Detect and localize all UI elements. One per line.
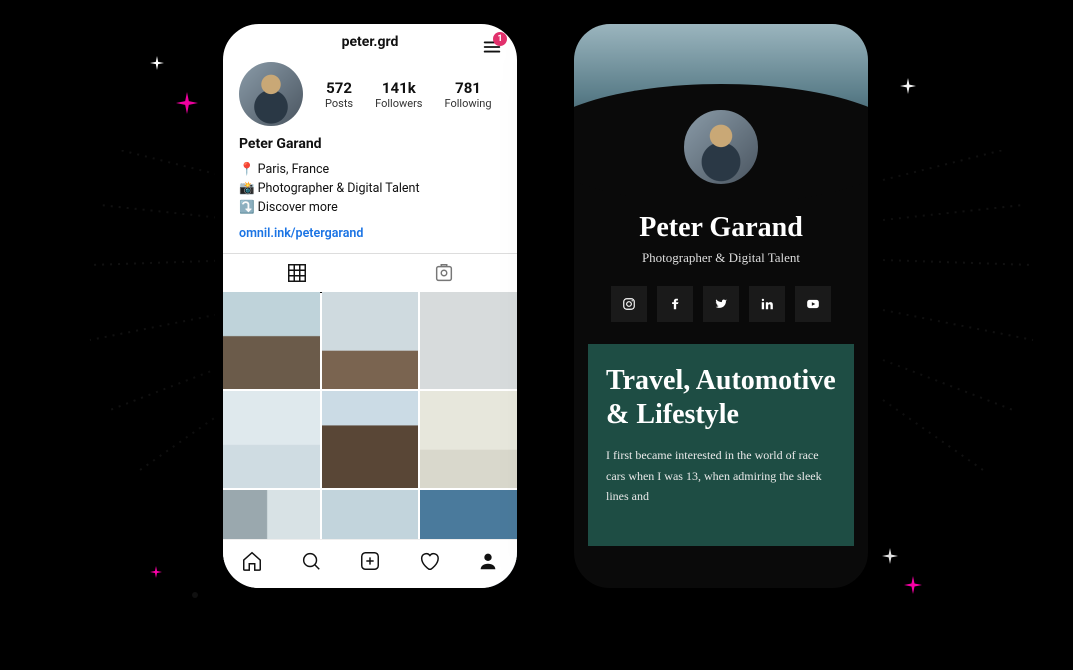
sparkle-icon [900,78,916,94]
instagram-icon [622,297,636,311]
social-facebook[interactable] [657,286,693,322]
tab-tagged[interactable] [370,254,517,292]
card-body: I first became interested in the world o… [606,445,836,506]
ig-header: peter.grd 1 [223,24,517,54]
nav-activity[interactable] [418,550,440,576]
bio-line: 📸 Photographer & Digital Talent [239,179,501,198]
youtube-icon [806,297,820,311]
ig-stats-row: 572 Posts 141k Followers 781 Following [223,54,517,130]
sparkle-icon [176,92,198,114]
facebook-icon [668,297,682,311]
stat-following[interactable]: 781 Following [444,79,491,110]
bio-line: 📍 Paris, France [239,160,501,179]
social-linkedin[interactable] [749,286,785,322]
tab-grid[interactable] [223,254,370,293]
nav-home[interactable] [241,550,263,576]
ig-tabs [223,253,517,292]
nav-profile[interactable] [477,550,499,576]
linkedin-icon [760,297,774,311]
sparkle-icon [150,566,162,578]
stat-value: 572 [325,79,353,97]
sparkle-icon [882,548,898,564]
avatar[interactable] [239,62,303,126]
photo-thumb[interactable] [223,391,320,488]
photo-thumb[interactable] [223,292,320,389]
ig-bottom-nav [223,539,517,588]
stat-label: Following [444,97,491,110]
bio-link[interactable]: omnil.ink/petergarand [239,224,501,243]
card-title: Travel, Automotive & Lifestyle [606,364,836,431]
social-row [574,286,868,322]
photo-thumb[interactable] [420,391,517,488]
twitter-icon [714,297,728,311]
stat-label: Posts [325,97,353,110]
bio-name: Peter Garand [239,134,501,156]
photo-thumb[interactable] [420,292,517,389]
stat-value: 781 [444,79,491,97]
dot-icon [192,592,198,598]
profile-phone: Peter Garand Photographer & Digital Tale… [566,16,876,596]
social-twitter[interactable] [703,286,739,322]
stat-label: Followers [375,97,422,110]
avatar[interactable] [680,106,762,188]
profile-icon [477,550,499,572]
social-youtube[interactable] [795,286,831,322]
instagram-phone: peter.grd 1 572 Posts 141k Followers 781… [215,16,525,596]
tagged-icon [433,262,455,284]
profile-subtitle: Photographer & Digital Talent [574,250,868,266]
social-instagram[interactable] [611,286,647,322]
rays-right [843,150,1063,500]
profile-name: Peter Garand [574,212,868,244]
nav-search[interactable] [300,550,322,576]
search-icon [300,550,322,572]
nav-add[interactable] [359,550,381,576]
ig-username[interactable]: peter.grd [342,34,399,50]
home-icon [241,550,263,572]
stat-value: 141k [375,79,422,97]
menu-button[interactable]: 1 [481,36,503,62]
notification-badge: 1 [493,32,507,46]
sparkle-icon [150,56,164,70]
grid-icon [286,262,308,284]
profile-card: Travel, Automotive & Lifestyle I first b… [588,344,854,546]
photo-thumb[interactable] [322,292,419,389]
ig-bio: Peter Garand 📍 Paris, France 📸 Photograp… [223,130,517,243]
sparkle-icon [904,576,922,594]
stat-posts[interactable]: 572 Posts [325,79,353,110]
plus-square-icon [359,550,381,572]
heart-icon [418,550,440,572]
bio-line: ⤵️ Discover more [239,198,501,217]
photo-thumb[interactable] [322,391,419,488]
stat-followers[interactable]: 141k Followers [375,79,422,110]
